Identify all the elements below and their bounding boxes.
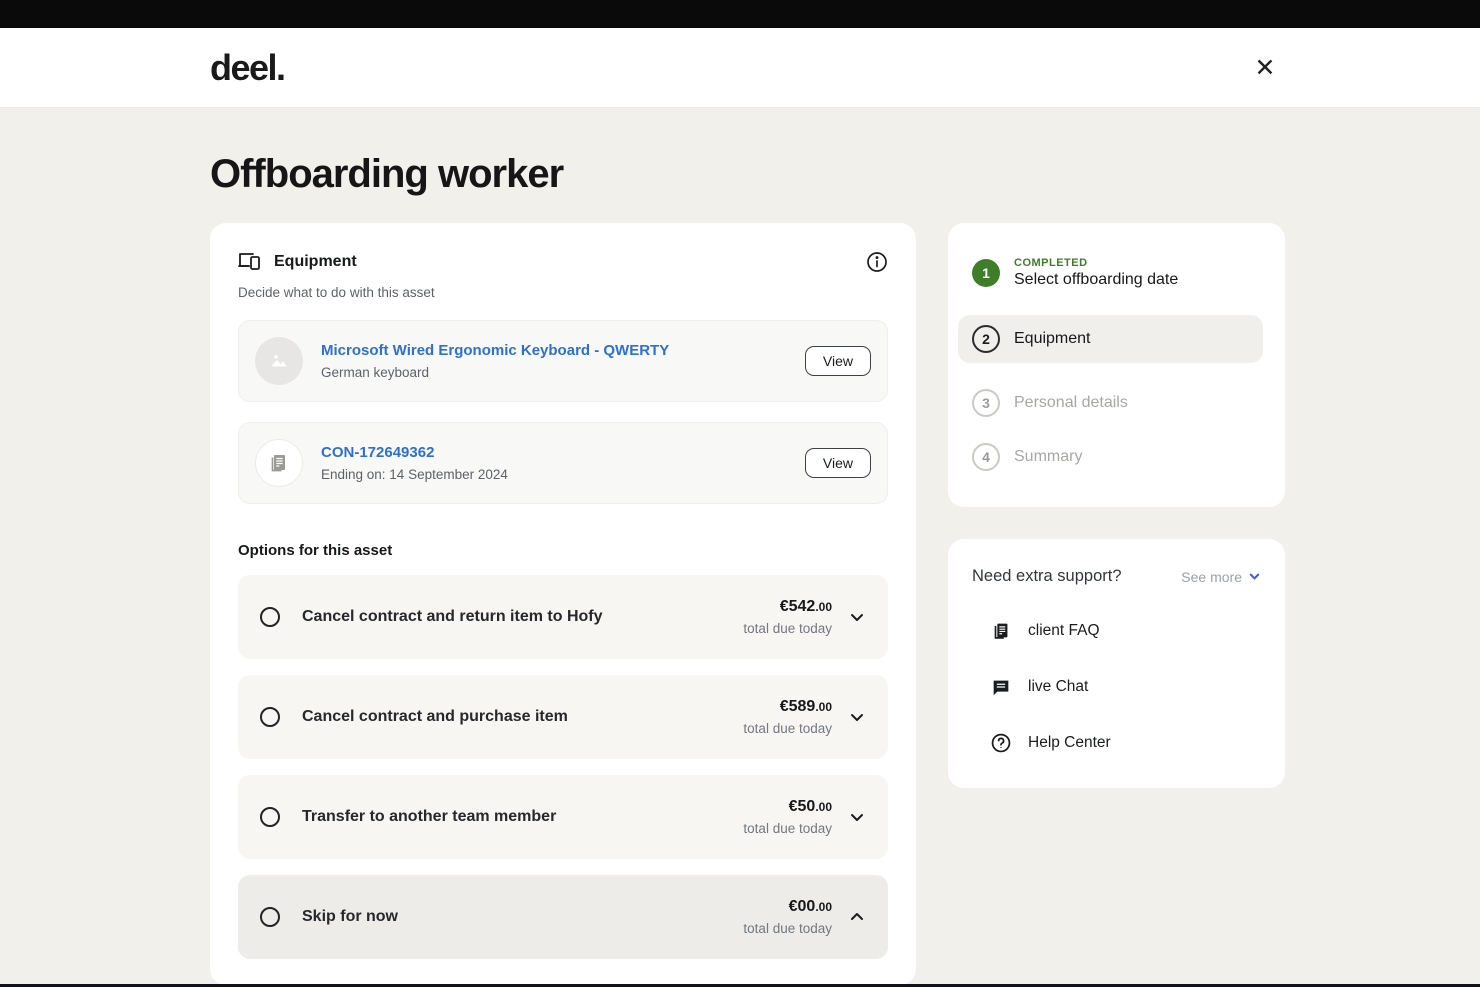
step-number-badge: 2 bbox=[972, 325, 1000, 353]
chevron-down-icon[interactable] bbox=[848, 708, 866, 726]
option-label: Cancel contract and purchase item bbox=[302, 708, 568, 726]
equipment-card-title: Equipment bbox=[274, 253, 357, 271]
chevron-down-icon[interactable] bbox=[848, 808, 866, 826]
step-label: Select offboarding date bbox=[1014, 271, 1178, 289]
step-number-badge: 1 bbox=[972, 259, 1000, 287]
option-transfer-team-member[interactable]: Transfer to another team member €50.00 t… bbox=[238, 775, 888, 859]
option-return-to-hofy[interactable]: Cancel contract and return item to Hofy … bbox=[238, 575, 888, 659]
step-label: Equipment bbox=[1014, 330, 1091, 348]
option-price: €542.00 total due today bbox=[743, 598, 832, 636]
step-number-badge: 4 bbox=[972, 443, 1000, 471]
client-faq-link[interactable]: client FAQ bbox=[990, 620, 1261, 642]
view-asset-button[interactable]: View bbox=[805, 346, 871, 376]
step-equipment[interactable]: 2 Equipment bbox=[958, 315, 1263, 363]
page-title: Offboarding worker bbox=[210, 152, 1480, 197]
step-number-badge: 3 bbox=[972, 389, 1000, 417]
radio-button[interactable] bbox=[260, 807, 280, 827]
equipment-card: Equipment Decide what to do with this as… bbox=[210, 223, 916, 985]
help-icon bbox=[990, 732, 1012, 754]
step-personal-details: 3 Personal details bbox=[972, 389, 1261, 417]
radio-button[interactable] bbox=[260, 707, 280, 727]
close-icon[interactable]: ✕ bbox=[1248, 51, 1282, 85]
asset-row-contract: CON-172649362 Ending on: 14 September 20… bbox=[238, 422, 888, 504]
asset-row-keyboard: Microsoft Wired Ergonomic Keyboard - QWE… bbox=[238, 320, 888, 402]
option-label: Cancel contract and return item to Hofy bbox=[302, 608, 603, 626]
equipment-card-subtitle: Decide what to do with this asset bbox=[238, 285, 888, 300]
live-chat-link[interactable]: live Chat bbox=[990, 676, 1261, 698]
contract-subtitle: Ending on: 14 September 2024 bbox=[321, 467, 508, 482]
step-label: Summary bbox=[1014, 448, 1082, 466]
document-icon bbox=[990, 620, 1012, 642]
deel-logo: deel. bbox=[210, 47, 285, 89]
image-placeholder-icon bbox=[255, 337, 303, 385]
see-more-button[interactable]: See more bbox=[1181, 569, 1261, 585]
top-black-bar bbox=[0, 0, 1480, 28]
option-price: €50.00 total due today bbox=[743, 798, 832, 836]
right-column: 1 COMPLETED Select offboarding date 2 Eq… bbox=[948, 223, 1285, 788]
chevron-down-icon bbox=[1248, 570, 1261, 583]
contract-title-link[interactable]: CON-172649362 bbox=[321, 444, 508, 461]
option-price: €589.00 total due today bbox=[743, 698, 832, 736]
option-purchase-item[interactable]: Cancel contract and purchase item €589.0… bbox=[238, 675, 888, 759]
view-contract-button[interactable]: View bbox=[805, 448, 871, 478]
chevron-down-icon[interactable] bbox=[848, 608, 866, 626]
option-price: €00.00 total due today bbox=[743, 898, 832, 936]
step-status-completed: COMPLETED bbox=[1014, 257, 1178, 269]
step-label: Personal details bbox=[1014, 394, 1128, 412]
options-heading: Options for this asset bbox=[238, 542, 888, 559]
step-select-offboarding-date: 1 COMPLETED Select offboarding date bbox=[972, 257, 1261, 289]
option-label: Transfer to another team member bbox=[302, 808, 556, 826]
option-skip-for-now[interactable]: Skip for now €00.00 total due today bbox=[238, 875, 888, 959]
devices-icon bbox=[238, 252, 262, 272]
chevron-up-icon[interactable] bbox=[848, 908, 866, 926]
page-content: Offboarding worker Equipment bbox=[0, 108, 1480, 985]
asset-subtitle: German keyboard bbox=[321, 365, 669, 380]
info-icon[interactable] bbox=[866, 251, 888, 273]
option-label: Skip for now bbox=[302, 908, 398, 926]
asset-title-link[interactable]: Microsoft Wired Ergonomic Keyboard - QWE… bbox=[321, 342, 669, 359]
radio-button[interactable] bbox=[260, 907, 280, 927]
modal-header: deel. ✕ bbox=[0, 28, 1480, 108]
radio-button[interactable] bbox=[260, 607, 280, 627]
chat-icon bbox=[990, 676, 1012, 698]
support-title: Need extra support? bbox=[972, 567, 1122, 586]
steps-card: 1 COMPLETED Select offboarding date 2 Eq… bbox=[948, 223, 1285, 507]
support-card: Need extra support? See more bbox=[948, 539, 1285, 788]
step-summary: 4 Summary bbox=[972, 443, 1261, 471]
help-center-link[interactable]: Help Center bbox=[990, 732, 1261, 754]
document-icon bbox=[255, 439, 303, 487]
